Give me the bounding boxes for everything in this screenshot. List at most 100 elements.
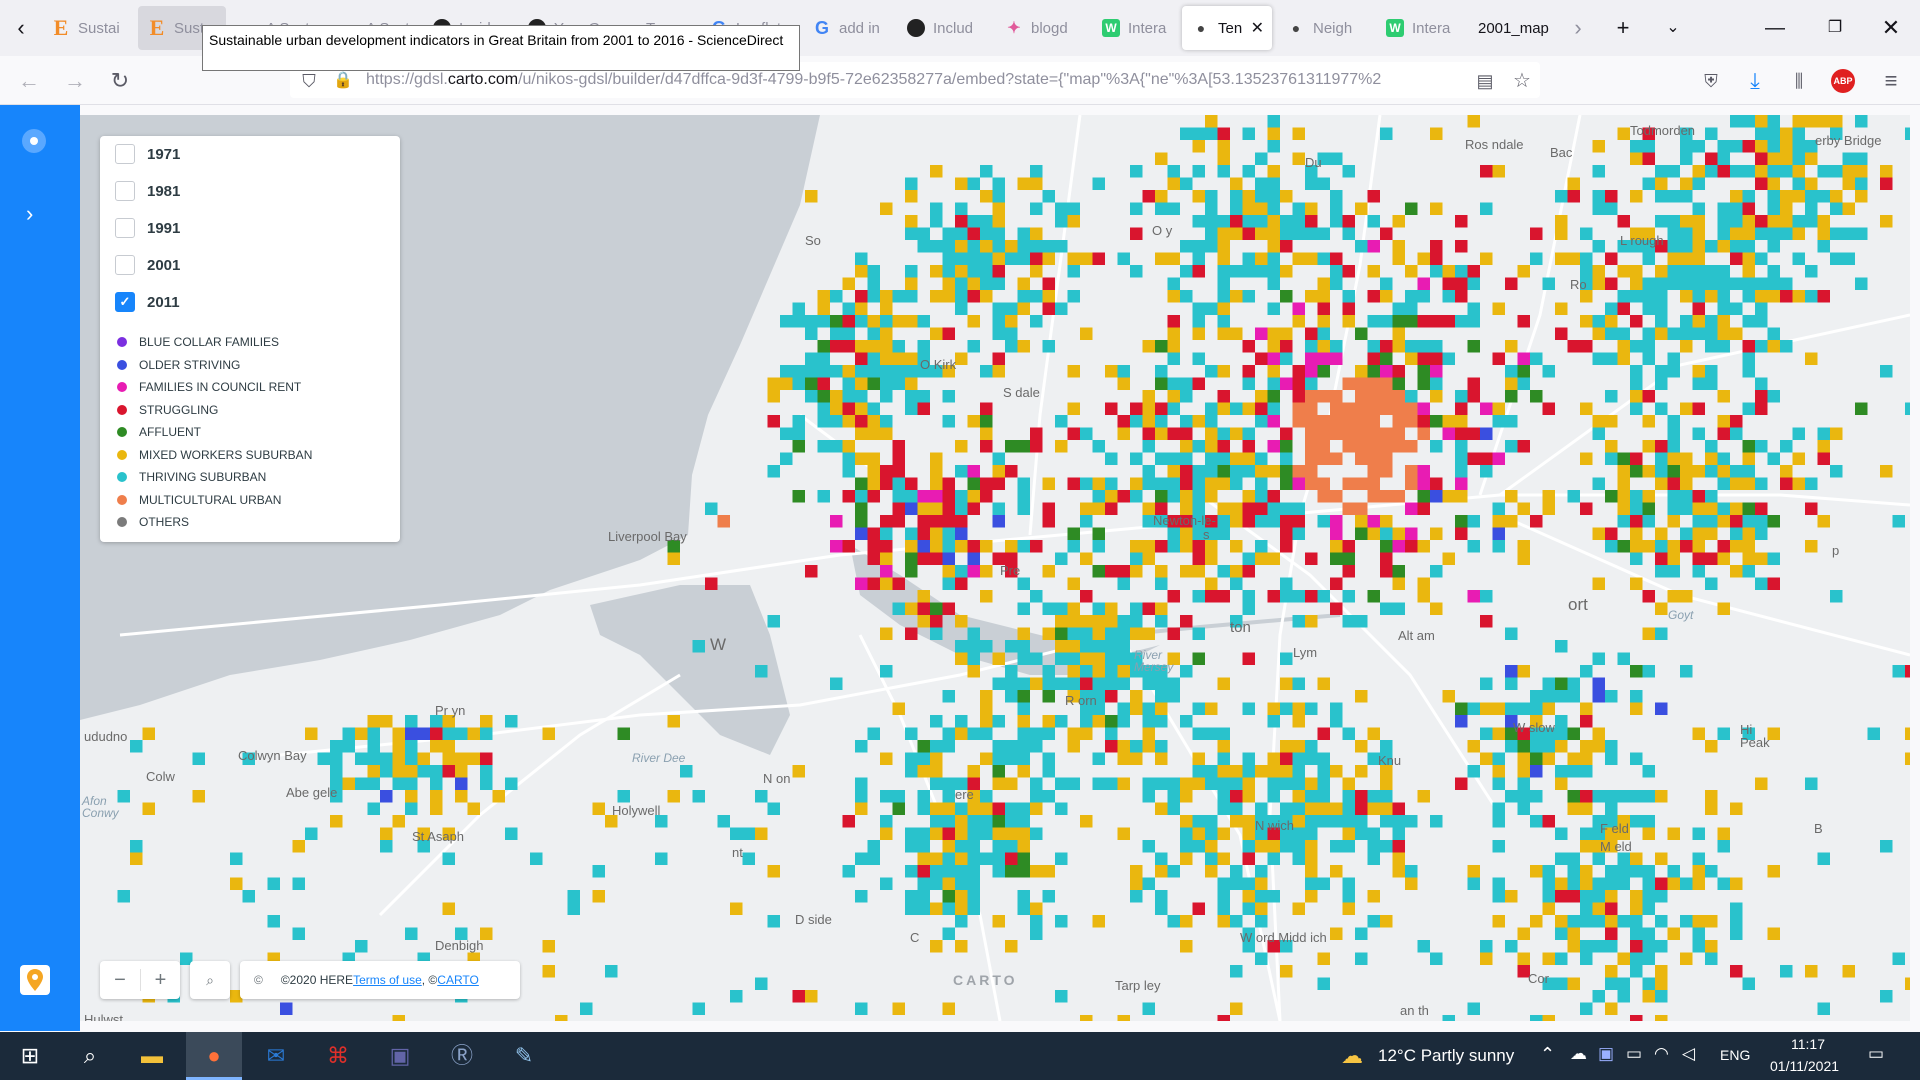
year-option-3[interactable]: 2001 [115,255,180,275]
firefox-icon[interactable]: ● [196,1038,232,1074]
attribution-toggle[interactable]: © [254,973,263,987]
tab-8[interactable]: Gadd in [803,6,891,50]
year-option-1[interactable]: 1981 [115,181,180,201]
minimize-icon[interactable]: — [1760,14,1790,42]
checkbox[interactable] [115,181,135,201]
grid-cell [1880,177,1893,190]
grid-cell [1767,227,1780,240]
close-tab-icon[interactable]: ✕ [1251,18,1264,38]
library-icon[interactable]: ⫼ [1784,66,1814,96]
grid-cell [1667,465,1680,478]
back-icon[interactable]: ← [14,66,44,96]
battery-icon[interactable]: ▭ [1626,1044,1642,1064]
clock-date[interactable]: 01/11/2021 [1770,1058,1839,1074]
wifi-icon[interactable]: ◠ [1654,1044,1669,1064]
grid-cell [1042,252,1055,265]
show-hidden-icons-icon[interactable]: ⌃ [1540,1044,1555,1065]
grid-cell [1292,127,1305,140]
expand-chevron-icon[interactable]: › [26,201,33,227]
carto-link[interactable]: CARTO [437,973,479,987]
onedrive-icon[interactable]: ☁ [1570,1044,1587,1064]
reader-view-icon[interactable]: ▤ [1470,66,1500,96]
checkbox[interactable] [115,218,135,238]
volume-icon[interactable]: ◁ [1682,1044,1695,1064]
grid-cell [1130,402,1143,415]
place-label: Knu [1378,753,1402,768]
tab-9[interactable]: Includ [897,6,989,50]
tab-10[interactable]: ✦ blogd [995,6,1087,50]
tab-11[interactable]: W Intera [1092,6,1177,50]
checkbox-checked[interactable]: ✓ [115,292,135,312]
tab-14[interactable]: W Intera [1376,6,1461,50]
grid-cell [342,727,355,740]
year-option-2[interactable]: 1991 [115,218,180,238]
list-all-tabs-icon[interactable]: ⌄ [1658,14,1688,42]
language-indicator[interactable]: ENG [1720,1047,1750,1063]
layer-indicator-icon[interactable] [22,129,46,153]
tab-15[interactable]: 2001_map [1466,6,1568,50]
new-tab-icon[interactable]: + [1608,14,1638,42]
close-window-icon[interactable]: ✕ [1876,14,1906,42]
grid-cell [1030,540,1043,553]
r-icon[interactable]: Ⓡ [444,1038,480,1074]
tab-0[interactable]: E Sustai [42,6,130,50]
grid-cell [1542,877,1555,890]
grid-cell [380,715,393,728]
grid-cell [1605,327,1618,340]
windows-start-icon[interactable]: ⊞ [12,1038,48,1074]
grid-cell [1680,490,1693,503]
clock-time[interactable]: 11:17 [1791,1036,1825,1052]
paint-icon[interactable]: ✎ [506,1038,542,1074]
tab-scroll-right-icon[interactable]: › [1563,14,1593,42]
legend-label: AFFLUENT [139,425,202,439]
grid-cell [842,452,855,465]
grid-cell [967,477,980,490]
teams-icon[interactable]: ▣ [382,1038,418,1074]
grid-cell [1717,165,1730,178]
grid-cell [355,940,368,953]
url-text[interactable]: https://gdsl.carto.com/u/nikos-gdsl/buil… [366,71,1476,89]
tab-13[interactable]: ● Neigh [1277,6,1371,50]
checkbox[interactable] [115,255,135,275]
grid-cell [1017,902,1030,915]
grid-cell [1117,427,1130,440]
year-option-4[interactable]: ✓ 2011 [115,292,180,312]
checkbox[interactable] [115,144,135,164]
grid-cell [1167,490,1180,503]
grid-cell [1605,902,1618,915]
grid-cell [1317,765,1330,778]
menu-icon[interactable]: ≡ [1876,66,1906,96]
grid-cell [917,840,930,853]
grid-cell [1205,440,1218,453]
teams-tray-icon[interactable]: ▣ [1598,1044,1614,1064]
location-pin-icon[interactable] [20,965,50,995]
grid-cell [1305,215,1318,228]
tab-12[interactable]: ● Ten ✕ [1182,6,1272,50]
zoom-in-button[interactable]: + [141,961,180,999]
grid-cell [867,577,880,590]
search-icon[interactable]: ⌕ [72,1038,108,1074]
outlook-icon[interactable]: ✉ [258,1038,294,1074]
search-button[interactable]: ⌕ [190,961,230,999]
grid-cell [992,465,1005,478]
year-option-0[interactable]: 1971 [115,144,180,164]
zoom-out-button[interactable]: − [100,961,140,999]
grid-cell [1267,702,1280,715]
acrobat-icon[interactable]: ⌘ [320,1038,356,1074]
bookmark-star-icon[interactable]: ☆ [1507,66,1537,96]
restore-icon[interactable]: ❐ [1820,14,1850,42]
terms-link[interactable]: Terms of use [353,973,422,987]
grid-cell [1605,690,1618,703]
forward-icon[interactable]: → [60,66,90,96]
grid-cell [492,790,505,803]
file-explorer-icon[interactable]: ▬ [134,1038,170,1074]
grid-cell [855,777,868,790]
downloads-icon[interactable]: ⤓ [1740,66,1770,96]
adblock-icon[interactable]: ABP [1831,69,1855,93]
grid-cell [842,277,855,290]
weather-text[interactable]: 12°C Partly sunny [1378,1046,1514,1066]
notifications-icon[interactable]: ▭ [1868,1044,1884,1064]
tab-scroll-left-icon[interactable]: ‹ [6,14,36,42]
reload-icon[interactable]: ↻ [105,66,135,96]
pocket-icon[interactable]: ⛨ [1696,66,1726,96]
